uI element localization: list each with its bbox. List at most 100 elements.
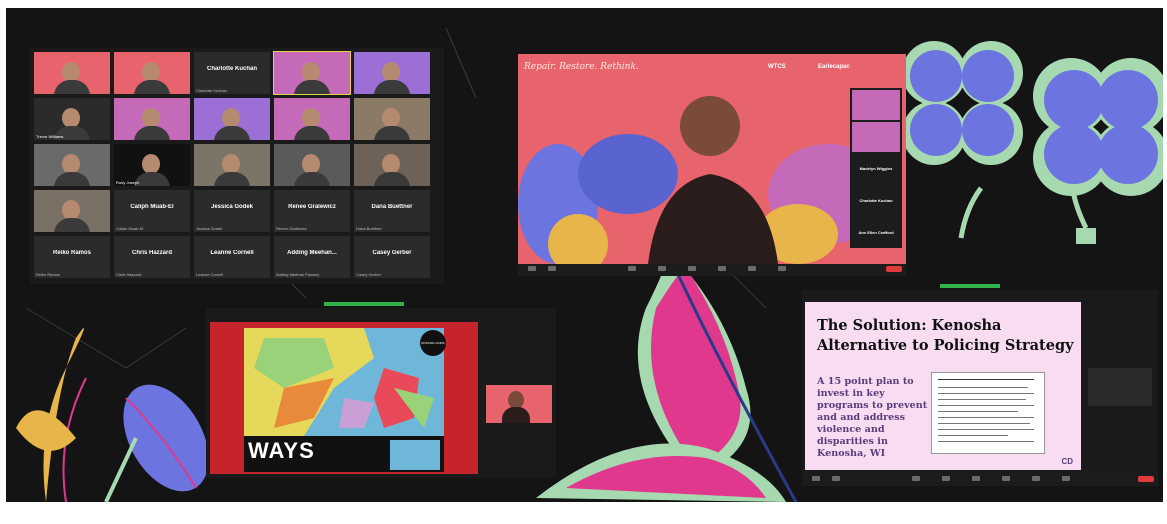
participant-body [134,80,170,94]
participant-head [382,62,400,82]
slide-title: The Solution: Kenosha Alternative to Pol… [817,317,1074,354]
side-video-1 [852,90,900,120]
share-screen-button[interactable] [718,266,726,271]
presenter-toolbar [518,264,906,276]
participants-button-2[interactable] [942,476,950,481]
participant-name: Reiko Ramos [52,250,91,256]
participant-head [222,108,240,128]
gallery-tile[interactable]: Rudy Joseph [114,144,190,186]
participant-head [62,62,80,82]
end-button-2[interactable] [1138,476,1154,482]
side-name-2: Charlotte Kuchan [859,198,893,203]
gold-leaf-left [16,328,87,502]
gallery-tile[interactable] [274,144,350,186]
participant-body [214,172,250,186]
participant-head [302,108,320,128]
gallery-tile[interactable] [354,52,430,94]
participant-caption: Rudy Joseph [116,180,140,185]
participants-button[interactable] [658,266,666,271]
strategy-document-image [931,372,1045,454]
participant-caption: Casey Gerber [356,272,381,277]
gallery-tile[interactable]: Reiko Ramos Reiko Ramos [34,236,110,278]
gallery-tile[interactable] [114,98,190,140]
participant-head [142,154,160,174]
video-button[interactable] [548,266,556,271]
participant-caption: Chris Hazzard [116,272,142,277]
kenosha-slide: The Solution: Kenosha Alternative to Pol… [805,302,1081,470]
cd-logo: CD [1061,457,1073,466]
gallery-tile[interactable]: Renee Gralewicz Renee Gralewicz [274,190,350,232]
record-button-2[interactable] [1032,476,1040,481]
pink-leaf-center [536,247,798,502]
chat-button[interactable] [688,266,696,271]
gallery-tile[interactable]: Leanne Cornell Leanne Cornell [194,236,270,278]
gallery-tile[interactable] [194,98,270,140]
gallery-tile[interactable] [194,144,270,186]
participant-body [54,172,90,186]
presenter-art [518,96,888,264]
gallery-tile[interactable]: Caliph Muab-El Caliph Muab-El [114,190,190,232]
slide-side-video[interactable] [1088,368,1152,406]
gallery-tile[interactable]: Adding Meehan... Adding Meehan Flanney [274,236,350,278]
participant-head [142,108,160,128]
slide-toolbar [802,474,1158,486]
participant-caption: Dana Buettner [356,226,382,231]
participant-name: Renee Gralewicz [288,204,336,210]
share-screen-button-2[interactable] [1002,476,1010,481]
sharing-indicator [324,302,404,306]
participant-head [142,62,160,82]
gallery-tile[interactable]: Jessica Godek Jessica Godek [194,190,270,232]
gallery-tile[interactable] [354,98,430,140]
participant-name: Charlotte Kuchan [206,66,257,72]
participant-side-panel: Madelyn Wiggins Charlotte Kuchan Ann Ell… [850,88,902,248]
participant-name: Jessica Godek [210,204,254,210]
side-name-1: Madelyn Wiggins [859,166,893,171]
gallery-tile[interactable]: Trevor Williams [34,98,110,140]
participant-body [294,80,330,94]
video-button-2[interactable] [832,476,840,481]
gallery-tile[interactable]: Chris Hazzard Chris Hazzard [114,236,190,278]
security-button[interactable] [628,266,636,271]
side-video-2 [852,122,900,152]
gallery-tile[interactable] [274,98,350,140]
chat-button-2[interactable] [972,476,980,481]
participant-caption: Leanne Cornell [196,272,224,277]
gallery-tile[interactable] [34,190,110,232]
reactions-button-2[interactable] [1062,476,1070,481]
security-button-2[interactable] [912,476,920,481]
mute-button[interactable] [528,266,536,271]
participant-name: Casey Gerber [372,250,412,256]
map-slide: ROSTER LANDS WAYS [210,322,478,474]
map-title: WAYS [248,438,315,463]
end-button[interactable] [886,266,902,272]
map-badge: ROSTER LANDS [420,330,446,356]
sharing-indicator-2 [940,284,1000,288]
floating-video-tile[interactable] [486,385,552,423]
reactions-button[interactable] [778,266,786,271]
participant-head [222,154,240,174]
participant-caption: Reiko Ramos [36,272,61,277]
participant-head [62,108,80,128]
slide-body: A 15 point plan to invest in key program… [817,376,928,459]
participant-body [294,172,330,186]
participant-head [302,62,320,82]
gallery-tile[interactable] [273,51,351,95]
participant-body [294,126,330,140]
participant-head [302,154,320,174]
participant-body [374,80,410,94]
gallery-tile[interactable]: Casey Gerber Casey Gerber [354,236,430,278]
gallery-tile[interactable]: Charlotte Kuchan Charlotte Kuchan [194,52,270,94]
mute-button-2[interactable] [812,476,820,481]
zoom-gallery-window: Charlotte Kuchan Charlotte Kuchan Trevor W… [30,48,444,284]
gallery-tile[interactable] [354,144,430,186]
gallery-tile[interactable] [34,52,110,94]
participant-head [382,154,400,174]
gallery-tile[interactable] [34,144,110,186]
gallery-tile[interactable] [114,52,190,94]
participant-caption: Renee Gralewicz [276,226,307,231]
gallery-tile[interactable]: Dana Buettner Dana Buettner [354,190,430,232]
participant-body [214,126,250,140]
record-button[interactable] [748,266,756,271]
participant-name: Chris Hazzard [131,250,172,256]
blue-flower-right [1033,58,1163,244]
